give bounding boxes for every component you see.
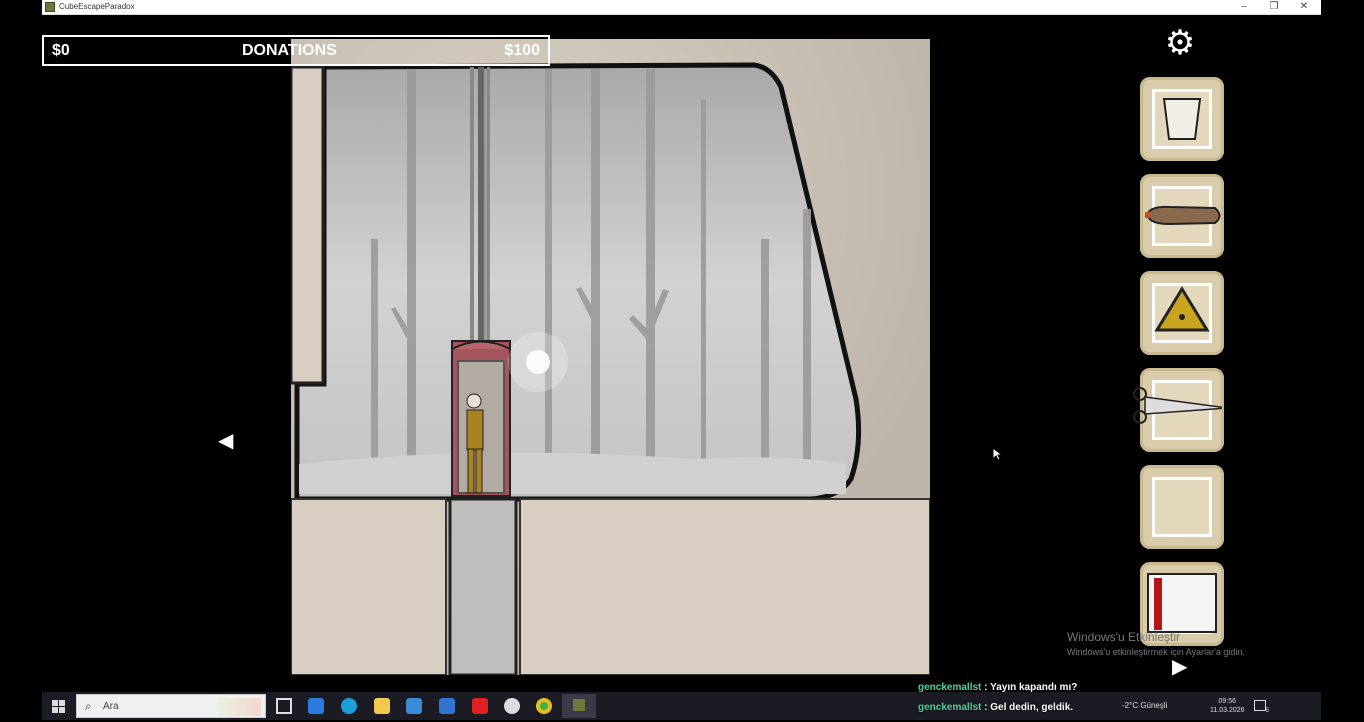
glass-icon (1162, 98, 1202, 140)
mail-icon[interactable] (439, 698, 455, 714)
scissors-icon (1133, 387, 1222, 424)
notification-icon[interactable]: 5 (1254, 700, 1269, 714)
chat-message: genckemallst : Gel dedin, geldik. (918, 702, 1077, 722)
chrome-icon[interactable] (536, 698, 552, 714)
active-game-tab[interactable] (562, 694, 596, 718)
file-explorer-icon[interactable] (374, 698, 390, 714)
inventory-slot-2[interactable] (1140, 174, 1224, 258)
windows-start-icon[interactable] (52, 700, 65, 713)
chat-text: : Yayın kapandı mı? (981, 682, 1078, 693)
restore-icon[interactable]: ❐ (1267, 1, 1281, 13)
inventory-slot-1[interactable] (1140, 77, 1224, 161)
search-icon: ⌕ (85, 699, 92, 713)
taskbar-clock[interactable]: 09:56 11.03.2026 (1210, 697, 1245, 715)
watermark-line1: Windows'u Etkinleştir (1067, 630, 1180, 644)
window-titlebar: CubeEscapeParadox – ❐ ✕ (42, 0, 1321, 15)
chat-user: genckemallst (918, 702, 982, 713)
weather-label[interactable]: -2°C Güneşli (1122, 701, 1167, 710)
donations-goal: $100 (504, 42, 540, 59)
inventory-slot-4[interactable] (1133, 368, 1224, 452)
notification-count: 5 (1265, 708, 1269, 714)
task-view-icon[interactable] (276, 698, 292, 714)
yellow-triangle-icon (1154, 286, 1210, 332)
donations-label: DONATIONS (242, 42, 337, 59)
chat-user: genckemallst (918, 682, 982, 693)
mouse-cursor-icon (992, 447, 1002, 461)
chat-text: : Gel dedin, geldik. (981, 702, 1074, 713)
inventory-slot-3[interactable] (1140, 271, 1224, 355)
edge-icon[interactable] (341, 698, 357, 714)
inventory-slot-5[interactable] (1140, 465, 1224, 549)
clock-date: 11.03.2026 (1210, 707, 1245, 714)
search-highlight-image (217, 698, 261, 716)
nav-right-arrow[interactable]: ▶ (1172, 657, 1187, 677)
nav-left-arrow[interactable]: ◀ (218, 431, 233, 451)
app-icon (45, 2, 55, 12)
store-icon[interactable] (406, 698, 422, 714)
youtube-icon[interactable] (472, 698, 488, 714)
watermark-line2: Windows'u etkinleştirmek için Ayarlar'a … (1067, 647, 1245, 657)
taskbar-search[interactable]: ⌕ Ara (76, 694, 266, 718)
game-app-icon (573, 699, 585, 711)
donations-bar: $0 DONATIONS $100 (42, 35, 550, 66)
minimize-icon[interactable]: – (1237, 1, 1251, 13)
chat-overlay: genckemallst : Yayın kapandı mı? genckem… (918, 682, 1077, 722)
elevator-scene[interactable] (291, 39, 930, 675)
close-icon[interactable]: ✕ (1297, 1, 1311, 13)
game-viewport[interactable]: $0 DONATIONS $100 ⚙ ◀ ▶ Windows'u Etkinl… (42, 15, 1321, 692)
app-icon-2[interactable] (504, 698, 520, 714)
donations-current: $0 (52, 42, 70, 59)
clock-time: 09:56 (1218, 698, 1237, 705)
window-title: CubeEscapeParadox (59, 2, 135, 11)
gear-icon[interactable]: ⚙ (1162, 25, 1198, 61)
activation-watermark: Windows'u Etkinleştir Windows'u etkinleş… (1067, 630, 1245, 657)
search-input[interactable]: Ara (103, 701, 119, 712)
taskbar: ⌕ Ara -2°C Güneşli 09:56 11.03.2026 5 (42, 692, 1321, 720)
cigar-icon (1145, 205, 1221, 226)
chat-message: genckemallst : Yayın kapandı mı? (918, 682, 1077, 702)
app-icon-1[interactable] (308, 698, 324, 714)
